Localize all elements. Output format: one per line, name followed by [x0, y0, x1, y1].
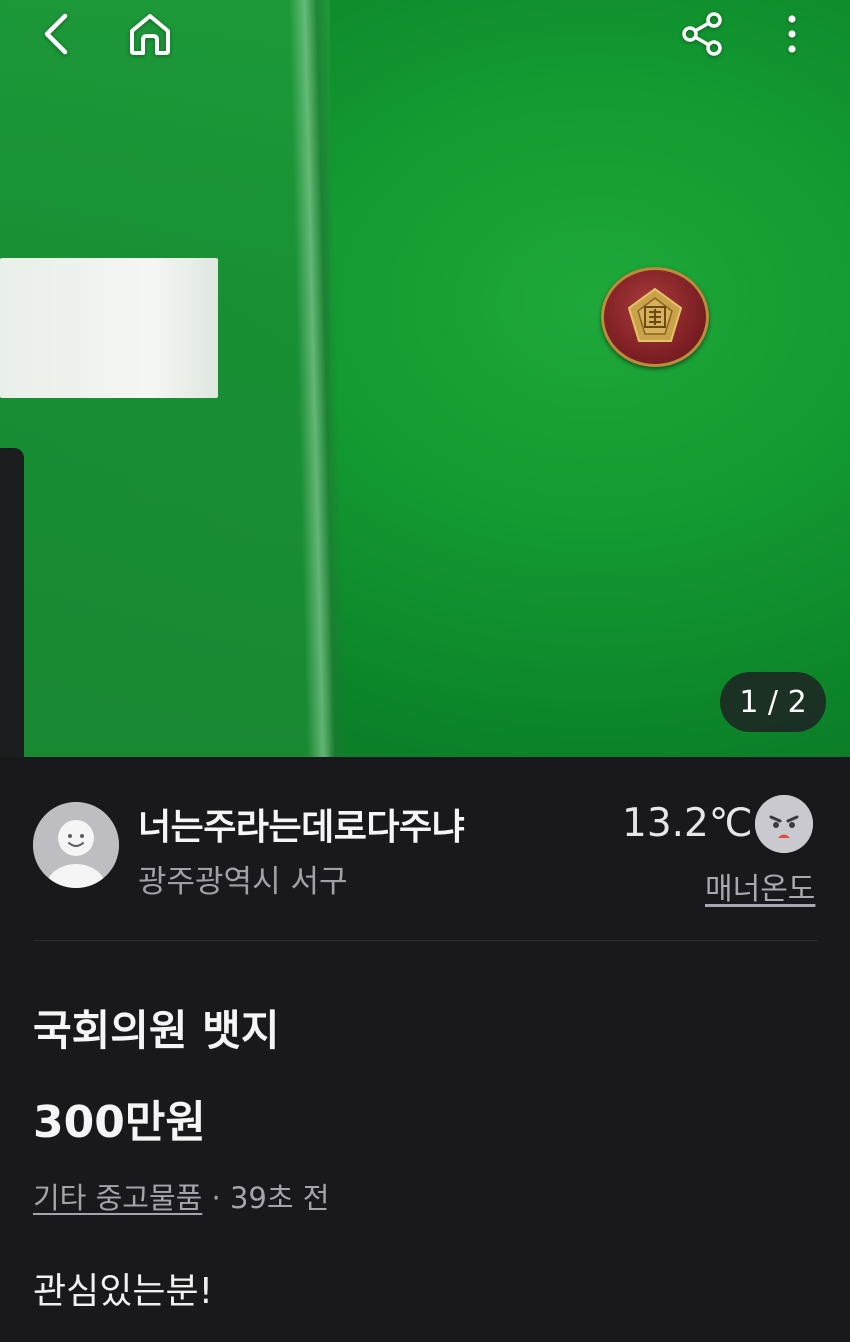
angry-face-icon	[755, 795, 813, 853]
more-vertical-icon	[788, 15, 796, 53]
share-button[interactable]	[676, 8, 728, 60]
item-title: 국회의원 뱃지	[33, 1006, 280, 1055]
seller-name[interactable]: 너는주라는데로다주냐	[138, 798, 465, 850]
category-link[interactable]: 기타 중고물품	[33, 1181, 202, 1215]
section-divider	[33, 940, 818, 941]
posted-time: 39초 전	[229, 1181, 330, 1215]
badge-emblem-icon	[627, 287, 683, 342]
home-button[interactable]	[124, 8, 176, 60]
more-options-button[interactable]	[766, 8, 818, 60]
item-meta: 기타 중고물품 · 39초 전	[33, 1175, 329, 1217]
chevron-left-icon	[44, 13, 68, 55]
seller-location: 광주광역시 서구	[138, 864, 348, 900]
photo-counter: 1 / 2	[720, 672, 826, 732]
item-price: 300만원	[33, 1097, 206, 1148]
share-icon	[682, 12, 722, 56]
user-avatar-icon	[33, 802, 119, 888]
light-glare	[0, 258, 218, 398]
assembly-badge-pin	[601, 267, 709, 367]
dark-object	[0, 448, 24, 757]
product-photo[interactable]: 1 / 2	[0, 0, 850, 757]
item-description: 관심있는분!	[33, 1271, 214, 1312]
back-button[interactable]	[30, 8, 82, 60]
meta-separator: ·	[202, 1181, 230, 1215]
home-icon	[130, 14, 170, 55]
seller-avatar[interactable]	[33, 802, 119, 888]
manner-temperature: 13.2℃	[622, 801, 753, 846]
manner-temperature-link[interactable]: 매너온도	[705, 864, 815, 908]
